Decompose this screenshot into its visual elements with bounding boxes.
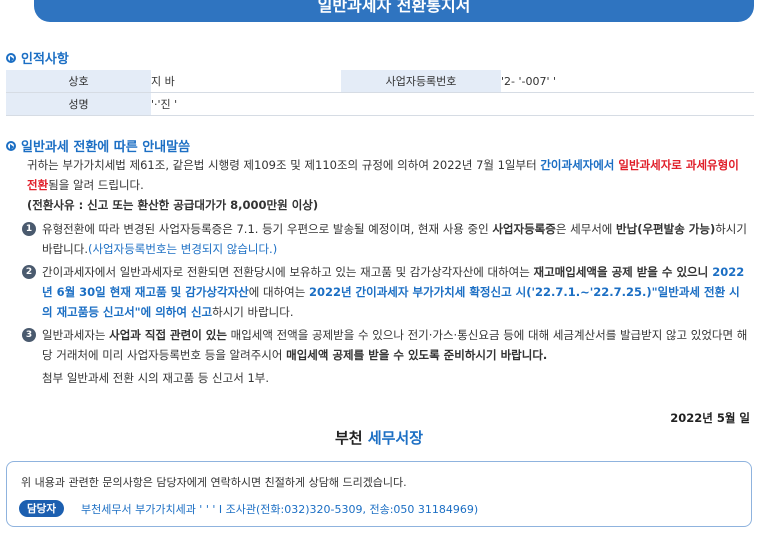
item1-text: 유형전환에 따라 변경된 사업자등록증은 7.1. 등기 우편으로 발송될 예정… (42, 222, 493, 236)
item2-text2: 에 대하여는 (248, 285, 309, 299)
office-title: 세무서장 (367, 429, 424, 447)
conversion-reason: (전환사유 : 신고 또는 환산한 공급대가가 8,000만원 이상) (27, 198, 319, 212)
intro-paragraph: 귀하는 부가가치세법 제61조, 같은법 시행령 제109조 및 제110조의 … (27, 155, 749, 215)
label-name: 성명 (6, 92, 151, 116)
item2-text: 간이과세자에서 일반과세자로 전환되면 전환당시에 보유하고 있는 재고품 및 … (42, 265, 534, 279)
contact-info: 부천세무서 부가가치세과 ' ' ' I 조사관(전화:032)320-5309… (81, 503, 479, 516)
page-banner-title: 일반과세자 전환통지서 (34, 0, 754, 22)
item3-text: 일반과세자는 (42, 328, 110, 342)
item1-note: (사업자등록번호는 변경되지 않습니다.) (87, 242, 278, 256)
tax-office-signature: 부천 세무서장 (0, 427, 758, 448)
number-1-icon: 1 (22, 222, 36, 236)
number-3-icon: 3 (22, 328, 36, 342)
attachment-note: 첨부 일반과세 전환 시의 재고품 등 신고서 1부. (42, 371, 269, 385)
item1-text2: 은 세무서에 (555, 222, 617, 236)
contact-badge: 담당자 (19, 500, 64, 517)
intro-text: 귀하는 부가가치세법 제61조, 같은법 시행령 제109조 및 제110조의 … (27, 158, 541, 172)
section-title-personal: 인적사항 (6, 48, 69, 67)
label-business-name: 상호 (6, 70, 151, 93)
play-circle-icon (6, 140, 16, 151)
intro-text-end: 됨을 알려 드립니다. (48, 178, 144, 192)
section-title-guide: 일반과세 전환에 따른 안내말씀 (6, 136, 190, 155)
document-date: 2022년 5월 일 (670, 411, 750, 425)
item2-highlight2: 2022년 간이과세자 부가가치세 확정신고 시('22.7.1.~'22.7.… (308, 285, 652, 299)
contact-message: 위 내용과 관련한 문의사항은 담당자에게 연락하시면 친절하게 상담해 드리겠… (21, 476, 407, 489)
table-row: 상호 지 바 사업자등록번호 '2- '-007' ' (6, 70, 754, 93)
item3-bold2: 매입세액 공제를 받을 수 있도록 준비하시기 바랍니다. (286, 348, 548, 362)
intro-highlight-from: 간이과세자에서 (540, 158, 615, 172)
section-title-guide-label: 일반과세 전환에 따른 안내말씀 (21, 140, 191, 155)
contact-box: 위 내용과 관련한 문의사항은 담당자에게 연락하시면 친절하게 상담해 드리겠… (6, 461, 752, 527)
label-registration-number: 사업자등록번호 (341, 70, 501, 93)
guide-item-1: 1 유형전환에 따라 변경된 사업자등록증은 7.1. 등기 우편으로 발송될 … (22, 219, 748, 259)
play-circle-icon (6, 52, 16, 63)
item1-bold: 사업자등록증 (492, 222, 556, 236)
value-name: '·'진 ' (151, 92, 754, 116)
item2-bold: 재고매입세액을 공제 받을 수 있으니 (533, 265, 709, 279)
guide-item-3: 3 일반과세자는 사업과 직접 관련이 있는 매입세액 전액을 공제받을 수 있… (22, 325, 748, 365)
table-row: 성명 '·'진 ' (6, 92, 754, 116)
office-city: 부천 (334, 429, 363, 447)
section-title-personal-label: 인적사항 (21, 52, 69, 67)
personal-info-table: 상호 지 바 사업자등록번호 '2- '-007' ' 성명 '·'진 ' (6, 70, 754, 116)
value-business-name: 지 바 (151, 70, 341, 93)
item1-bold2: 반납(우편발송 가능) (616, 222, 716, 236)
value-registration-number: '2- '-007' ' (501, 70, 754, 93)
item3-bold: 사업과 직접 관련이 있는 (109, 328, 227, 342)
guide-item-2: 2 간이과세자에서 일반과세자로 전환되면 전환당시에 보유하고 있는 재고품 … (22, 262, 748, 322)
number-2-icon: 2 (22, 265, 36, 279)
item2-text3: 하시기 바랍니다. (212, 305, 294, 319)
